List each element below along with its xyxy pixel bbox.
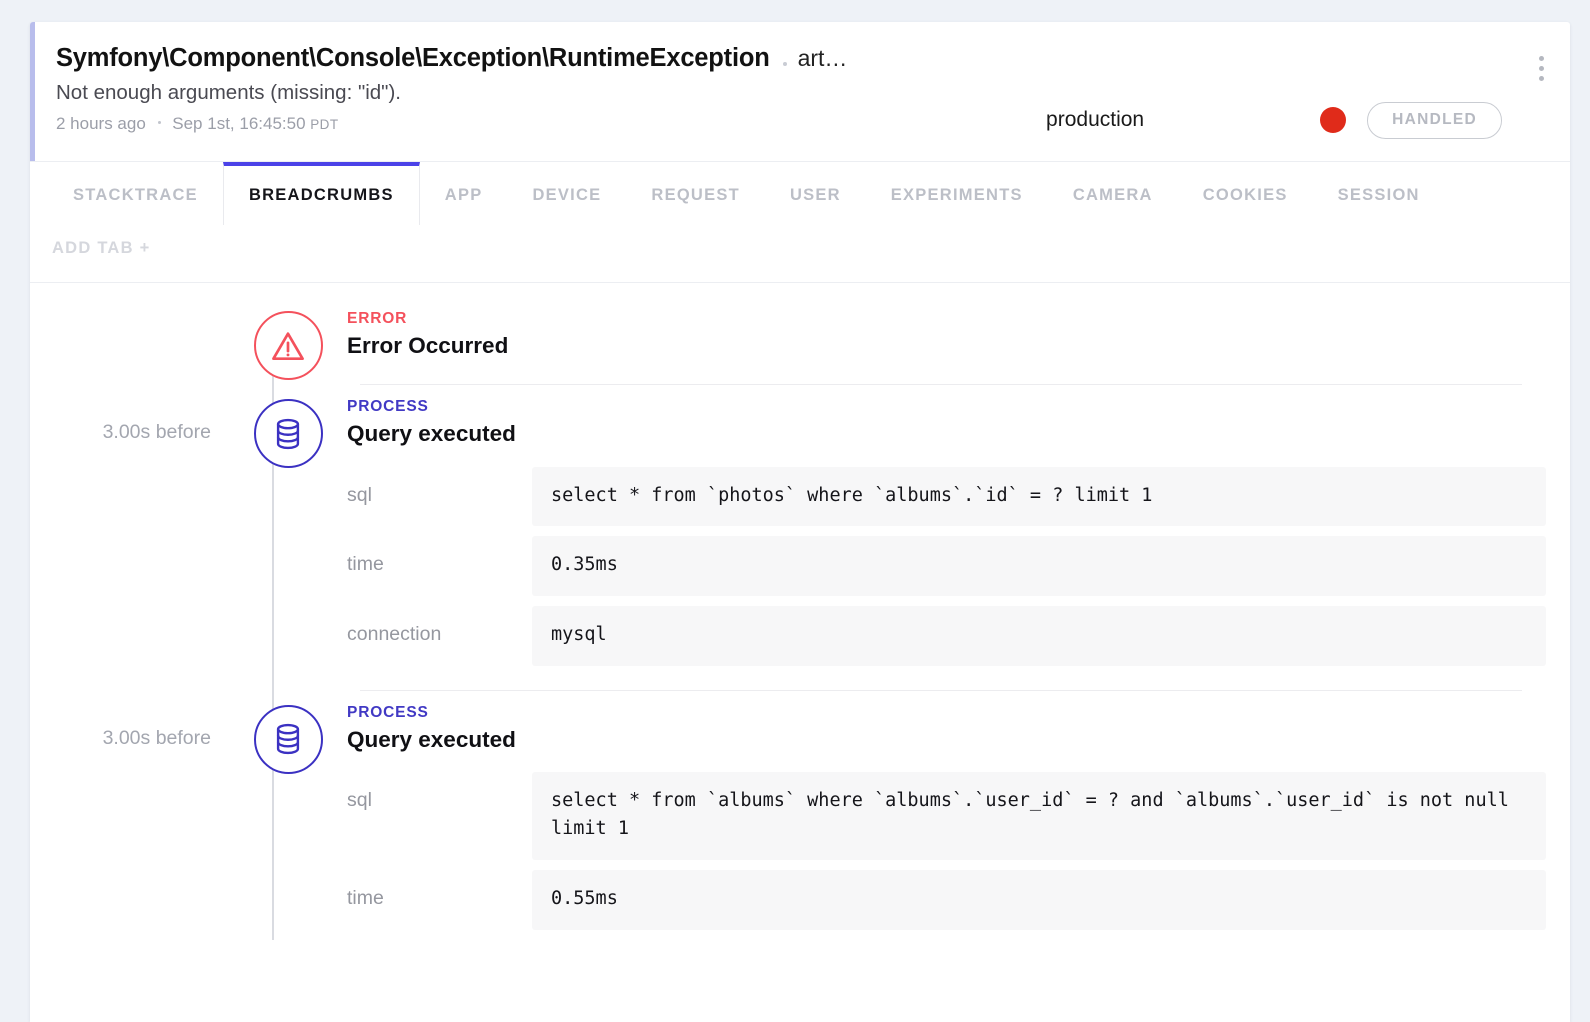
header-accent-bar <box>30 22 35 161</box>
database-icon <box>253 399 323 469</box>
breadcrumb-metadata: sql select * from `albums` where `albums… <box>347 771 1546 930</box>
warning-triangle-icon <box>253 311 323 380</box>
metadata-key: connection <box>347 622 442 645</box>
kebab-dot <box>1539 56 1544 61</box>
breadcrumb-name: Error Occurred <box>347 333 509 359</box>
tab-user[interactable]: USER <box>765 162 866 225</box>
metadata-value[interactable]: select * from `albums` where `albums`.`u… <box>532 771 1546 861</box>
breadcrumb-icon-column <box>242 691 334 774</box>
breadcrumbs-timeline: ERROR Error Occurred 3.00s before PROCES… <box>30 283 1570 940</box>
tab-bar: STACKTRACE BREADCRUMBS APP DEVICE REQUES… <box>30 162 1570 225</box>
metadata-value[interactable]: select * from `photos` where `albums`.`i… <box>532 466 1546 527</box>
error-title-row: Symfony\Component\Console\Exception\Runt… <box>56 44 1544 73</box>
tab-device[interactable]: DEVICE <box>507 162 626 225</box>
breadcrumb-content: ERROR Error Occurred <box>334 297 1570 386</box>
breadcrumb-time <box>30 297 242 333</box>
breadcrumb-category: ERROR <box>347 310 408 327</box>
tab-request[interactable]: REQUEST <box>626 162 765 225</box>
breadcrumb-content: PROCESS Query executed sql select * from… <box>334 691 1570 940</box>
tab-bar-region: STACKTRACE BREADCRUMBS APP DEVICE REQUES… <box>30 162 1570 283</box>
metadata-row: sql select * from `photos` where `albums… <box>347 466 1546 527</box>
relative-time: 2 hours ago <box>56 114 146 134</box>
breadcrumb-content: PROCESS Query executed sql select * from… <box>334 385 1570 691</box>
metadata-key: sql <box>347 483 372 506</box>
header-status-cluster: production HANDLED <box>1046 102 1502 139</box>
tab-camera[interactable]: CAMERA <box>1048 162 1178 225</box>
breadcrumb-time: 3.00s before <box>102 421 211 444</box>
environment-label: production <box>1046 108 1145 132</box>
metadata-key: time <box>347 553 384 576</box>
timestamp-separator-dot <box>157 121 161 125</box>
metadata-row: connection mysql <box>347 605 1546 666</box>
breadcrumb-item[interactable]: 3.00s before PROCESS Query executed sql <box>30 691 1570 940</box>
metadata-key: time <box>347 887 384 910</box>
error-header: Symfony\Component\Console\Exception\Runt… <box>30 22 1570 162</box>
tab-experiments[interactable]: EXPERIMENTS <box>866 162 1048 225</box>
database-icon <box>253 704 323 774</box>
tab-breadcrumbs[interactable]: BREADCRUMBS <box>222 162 420 225</box>
page-title: Symfony\Component\Console\Exception\Runt… <box>56 44 770 72</box>
tab-cookies[interactable]: COOKIES <box>1178 162 1313 225</box>
page-title-suffix: art… <box>797 45 848 71</box>
absolute-time: Sep 1st, 16:45:50 <box>172 114 306 134</box>
metadata-row: time 0.35ms <box>347 536 1546 596</box>
tab-session[interactable]: SESSION <box>1313 162 1445 225</box>
metadata-row: sql select * from `albums` where `albums… <box>347 771 1546 861</box>
kebab-dot <box>1539 66 1544 71</box>
timezone-label: PDT <box>310 117 339 133</box>
breadcrumb-time: 3.00s before <box>102 726 211 749</box>
kebab-dot <box>1539 76 1544 81</box>
breadcrumb-icon-column <box>242 385 334 469</box>
breadcrumb-item[interactable]: ERROR Error Occurred <box>30 297 1570 386</box>
breadcrumb-name: Query executed <box>347 726 516 752</box>
breadcrumb-metadata: sql select * from `photos` where `albums… <box>347 466 1546 666</box>
tab-app[interactable]: APP <box>420 162 508 225</box>
breadcrumb-item[interactable]: 3.00s before PROCESS Query executed sql <box>30 385 1570 691</box>
title-separator-dot <box>782 62 787 66</box>
metadata-row: time 0.55ms <box>347 870 1546 930</box>
breadcrumb-name: Query executed <box>347 421 516 447</box>
error-detail-card: Symfony\Component\Console\Exception\Runt… <box>30 22 1570 1022</box>
breadcrumb-icon-column <box>242 297 334 380</box>
metadata-value[interactable]: 0.55ms <box>532 870 1546 930</box>
metadata-key: sql <box>347 788 372 811</box>
breadcrumb-category: PROCESS <box>347 398 429 416</box>
severity-dot-icon <box>1320 107 1347 134</box>
metadata-value[interactable]: mysql <box>532 605 1546 666</box>
breadcrumb-category: PROCESS <box>347 703 429 721</box>
add-tab-button[interactable]: ADD TAB + <box>30 225 151 282</box>
kebab-menu-icon[interactable] <box>1535 52 1548 85</box>
tab-stacktrace[interactable]: STACKTRACE <box>48 162 223 225</box>
metadata-value[interactable]: 0.35ms <box>532 536 1546 596</box>
status-badge[interactable]: HANDLED <box>1367 102 1502 139</box>
